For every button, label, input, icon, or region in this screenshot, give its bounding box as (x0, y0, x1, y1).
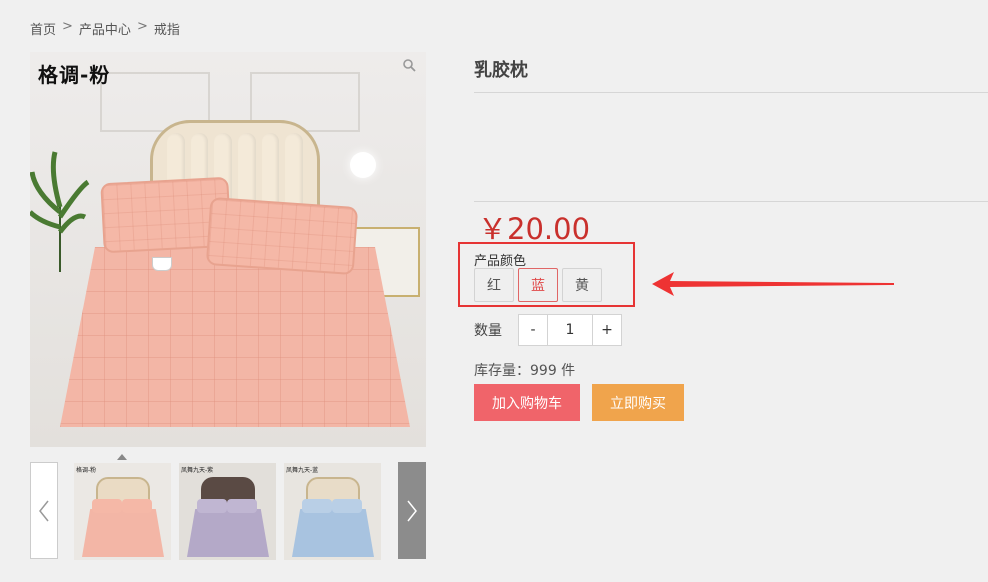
thumbnail-1[interactable]: 格调-粉 (74, 463, 171, 560)
search-icon[interactable] (402, 58, 416, 72)
breadcrumb-category[interactable]: 产品中心 (79, 19, 131, 38)
color-option-red[interactable]: 红 (474, 268, 514, 302)
breadcrumb-separator: > (62, 19, 73, 34)
breadcrumb: 首页 > 产品中心 > 戒指 (30, 19, 180, 38)
add-to-cart-button[interactable]: 加入购物车 (474, 384, 580, 421)
chevron-left-icon (39, 500, 49, 521)
thumbnail-pillow (332, 499, 362, 513)
image-brand-label: 格调-粉 (38, 63, 111, 87)
thumbnail-2[interactable]: 凤舞九天-紫 (179, 463, 276, 560)
thumbnail-bed (292, 509, 374, 557)
stock-count: 库存量：999 件 (474, 363, 576, 379)
color-label: 产品颜色 (474, 254, 527, 269)
quantity-label: 数量 (474, 323, 502, 339)
quantity-input[interactable]: 1 (548, 314, 592, 346)
breadcrumb-current: 戒指 (153, 23, 180, 38)
quantity-stepper: - 1 + (518, 314, 622, 346)
thumbnail-bed (82, 509, 164, 557)
color-option-blue[interactable]: 蓝 (518, 268, 558, 302)
caret-up-icon (117, 454, 127, 460)
thumbnail-label: 凤舞九天-蓝 (286, 467, 319, 474)
thumbnail-prev-button[interactable] (30, 462, 58, 559)
plant-decoration (30, 151, 90, 272)
thumbnail-3[interactable]: 凤舞九天-蓝 (284, 463, 381, 560)
chevron-right-icon (407, 500, 417, 521)
lamp-decoration (350, 152, 376, 178)
main-product-image[interactable]: 格调-粉 (30, 52, 426, 447)
pillow-right (205, 196, 359, 276)
thumbnail-pillow (302, 499, 332, 513)
color-option-yellow[interactable]: 黄 (562, 268, 602, 302)
divider (474, 201, 988, 202)
thumbnail-label: 格调-粉 (76, 467, 97, 474)
thumbnail-pillow (227, 499, 257, 513)
quantity-increase-button[interactable]: + (592, 314, 622, 346)
mattress-pattern (60, 247, 410, 427)
product-title: 乳胶枕 (474, 60, 528, 81)
thumbnail-label: 凤舞九天-紫 (181, 467, 214, 474)
buy-now-button[interactable]: 立即购买 (592, 384, 684, 421)
breadcrumb-separator: > (136, 19, 148, 34)
cup-decoration (152, 257, 172, 271)
annotation-arrow-icon (652, 272, 894, 296)
thumbnail-pillow (92, 499, 122, 513)
thumbnail-pillow (122, 499, 152, 513)
thumbnail-next-button[interactable] (398, 462, 426, 559)
divider (474, 92, 988, 93)
quantity-decrease-button[interactable]: - (518, 314, 548, 346)
thumbnail-pillow (197, 499, 227, 513)
thumbnail-bed (187, 509, 269, 557)
breadcrumb-home[interactable]: 首页 (30, 19, 56, 38)
